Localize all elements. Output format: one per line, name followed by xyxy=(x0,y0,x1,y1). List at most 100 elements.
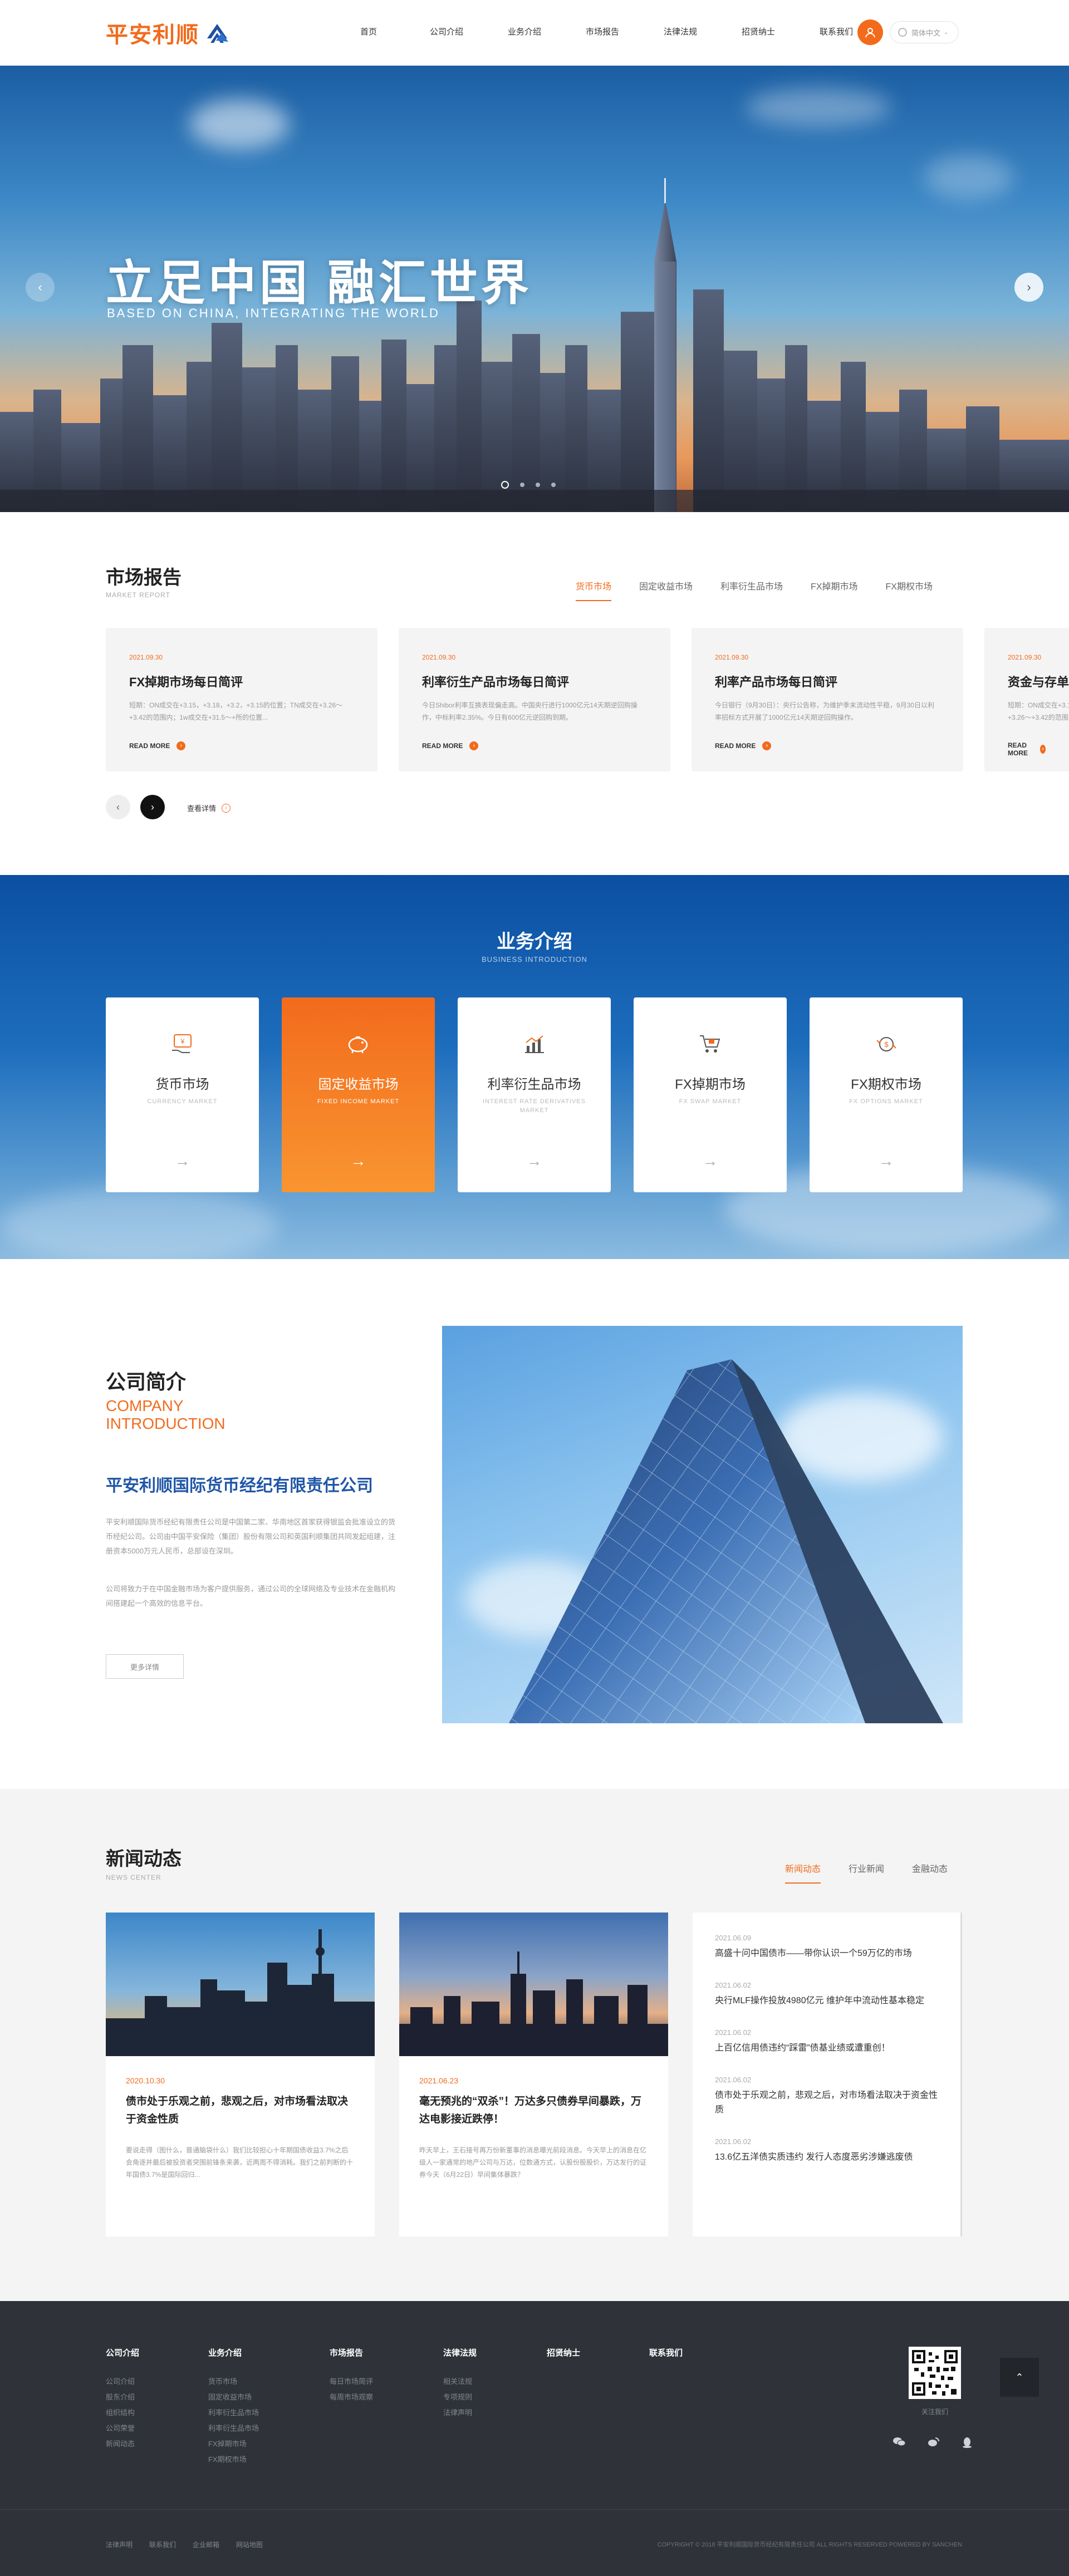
language-select[interactable]: 简体中文 ⌄ xyxy=(890,21,959,43)
read-more-link[interactable]: READ MORE › xyxy=(715,741,940,750)
banner-dot[interactable] xyxy=(551,483,556,487)
footer-link[interactable]: 公司荣誉 xyxy=(106,2421,139,2436)
news-card[interactable]: 2020.10.30 债市处于乐观之前，悲观之后，对市场看法取决于资金性质 要说… xyxy=(106,1913,375,2236)
market-prev-button[interactable]: ‹ xyxy=(106,795,130,819)
nav-market[interactable]: 市场报告 xyxy=(563,26,641,39)
user-icon xyxy=(865,28,875,38)
footer-column: 业务介绍 货币市场 固定收益市场 利率衍生品市场 利率衍生品市场 FX掉期市场 … xyxy=(208,2347,259,2467)
logo[interactable]: 平安利顺 xyxy=(106,20,229,48)
tab-news[interactable]: 新闻动态 xyxy=(785,1861,821,1884)
banner-prev-button[interactable]: ‹ xyxy=(26,273,55,302)
tab-industry[interactable]: 行业新闻 xyxy=(849,1861,884,1884)
tab-fx-swap[interactable]: FX掉期市场 xyxy=(811,579,857,601)
footer-link[interactable]: 固定收益市场 xyxy=(208,2390,259,2405)
business-name: 固定收益市场 xyxy=(318,1077,399,1092)
footer-column: 市场报告 每日市场简评 每周市场观察 xyxy=(330,2347,373,2405)
cloud-decoration xyxy=(189,99,290,149)
report-card[interactable]: 2021.09.30 资金与存单 短期：ON成交在+3.15～+3.26～+3.… xyxy=(984,628,1069,771)
report-card[interactable]: 2021.09.30 FX掉期市场每日简评 短期：ON成交在+3.15，+3.1… xyxy=(106,628,377,771)
footer-bottom-link[interactable]: 企业邮箱 xyxy=(193,2540,219,2549)
footer-link[interactable]: 法律声明 xyxy=(443,2405,477,2421)
tab-fixed-income[interactable]: 固定收益市场 xyxy=(639,579,693,601)
read-more-link[interactable]: READ MORE › xyxy=(1008,741,1046,757)
business-section: 业务介绍 BUSINESS INTRODUCTION ¥ 货币市场 CURREN… xyxy=(0,875,1069,1259)
tab-fx-options[interactable]: FX期权市场 xyxy=(886,579,933,601)
report-card[interactable]: 2021.09.30 利率产品市场每日简评 今日银行（9月30日）：央行公告称，… xyxy=(692,628,963,771)
read-more-link[interactable]: READ MORE › xyxy=(422,741,647,750)
footer-bottom-link[interactable]: 联系我们 xyxy=(149,2540,176,2549)
footer-bottom-link[interactable]: 法律声明 xyxy=(106,2540,133,2549)
report-card[interactable]: 2021.09.30 利率衍生产品市场每日简评 今日Shibor利率互换表现偏走… xyxy=(399,628,670,771)
footer-link[interactable]: 新闻动态 xyxy=(106,2436,139,2452)
report-date: 2021.09.30 xyxy=(129,653,163,661)
company-title: 公司简介 xyxy=(106,1370,187,1393)
news-list-title: 13.6亿五洋债实质违约 发行人态度恶劣涉嫌逃废债 xyxy=(715,2152,913,2162)
banner-dot[interactable] xyxy=(520,483,524,487)
market-next-button[interactable]: › xyxy=(140,795,165,819)
banner-dot[interactable] xyxy=(536,483,540,487)
news-list-item[interactable]: 2021.06.02 上百亿信用债违约“踩雷”债基业绩或遭重创！ xyxy=(715,2028,938,2056)
footer-link[interactable]: 股东介绍 xyxy=(106,2390,139,2405)
qr-code xyxy=(909,2347,961,2399)
user-button[interactable] xyxy=(857,19,883,45)
footer-link[interactable]: FX期权市场 xyxy=(208,2452,259,2467)
news-list-item[interactable]: 2021.06.02 央行MLF操作投放4980亿元 维护年中流动性基本稳定 xyxy=(715,1981,938,2008)
business-card[interactable]: $ FX期权市场 FX OPTIONS MARKET → xyxy=(810,997,963,1192)
report-title: FX掉期市场每日简评 xyxy=(129,675,243,689)
skyline-graphic xyxy=(399,1951,668,2056)
footer-link[interactable]: 货币市场 xyxy=(208,2374,259,2390)
view-more-link[interactable]: 查看详情 › xyxy=(187,803,231,813)
footer-bottom-link[interactable]: 网站地图 xyxy=(236,2540,263,2549)
news-list-item[interactable]: 2021.06.02 13.6亿五洋债实质违约 发行人态度恶劣涉嫌逃废债 xyxy=(715,2137,938,2165)
footer-link[interactable]: 专项规则 xyxy=(443,2390,477,2405)
news-list-item[interactable]: 2021.06.09 高盛十问中国债市——带你认识一个59万亿的市场 xyxy=(715,1934,938,1961)
nav-company[interactable]: 公司介绍 xyxy=(408,26,486,39)
footer-heading[interactable]: 联系我们 xyxy=(649,2347,683,2358)
footer-column: 联系我们 xyxy=(649,2347,683,2374)
skyline-graphic xyxy=(106,1929,375,2056)
tab-currency[interactable]: 货币市场 xyxy=(576,579,612,601)
weibo-icon[interactable] xyxy=(928,2437,940,2447)
footer-link[interactable]: 组织结构 xyxy=(106,2405,139,2421)
footer-link[interactable]: 每日市场简评 xyxy=(330,2374,373,2390)
footer-column: 招贤纳士 xyxy=(547,2347,580,2374)
news-list-date: 2021.06.02 xyxy=(715,1981,752,1989)
qq-icon[interactable] xyxy=(962,2437,972,2448)
company-paragraph: 公司将致力于在中国金融市场为客户提供服务，通过公司的全球网络及专业技术在金融机构… xyxy=(106,1585,396,1607)
tab-rate-derivatives[interactable]: 利率衍生品市场 xyxy=(720,579,783,601)
business-card[interactable]: ¥ 货币市场 CURRENCY MARKET → xyxy=(106,997,259,1192)
footer-heading: 公司介绍 xyxy=(106,2348,140,2358)
business-card[interactable]: FX掉期市场 FX SWAP MARKET → xyxy=(634,997,787,1192)
footer-link[interactable]: 相关法规 xyxy=(443,2374,477,2390)
company-paragraph: 平安利顺国际货币经纪有限责任公司是中国第二家、华南地区首家获得银监会批准设立的货… xyxy=(106,1518,396,1555)
nav-home[interactable]: 首页 xyxy=(330,26,408,39)
business-card[interactable]: 固定收益市场 FIXED INCOME MARKET → xyxy=(282,997,435,1192)
qr-code-graphic xyxy=(912,2350,958,2396)
banner-dot[interactable] xyxy=(501,481,509,489)
back-to-top-button[interactable]: ⌃ xyxy=(1000,2358,1039,2397)
news-list-item[interactable]: 2021.06.02 债市处于乐观之前，悲观之后，对市场看法取决于资金性质 xyxy=(715,2076,938,2117)
footer-link[interactable]: FX掉期市场 xyxy=(208,2436,259,2452)
footer-link[interactable]: 每周市场观察 xyxy=(330,2390,373,2405)
footer-heading[interactable]: 招贤纳士 xyxy=(547,2347,580,2358)
news-date: 2021.06.23 xyxy=(419,2076,459,2085)
footer-link[interactable]: 公司介绍 xyxy=(106,2374,139,2390)
arrow-right-icon: → xyxy=(350,1152,366,1169)
report-date: 2021.09.30 xyxy=(1008,653,1042,661)
news-list-title: 高盛十问中国债市——带你认识一个59万亿的市场 xyxy=(715,1949,912,1958)
news-card[interactable]: 2021.06.23 毫无预兆的“双杀”！万达多只债券早间暴跌，万达电影接近跌停… xyxy=(399,1913,668,2236)
tab-finance[interactable]: 金融动态 xyxy=(912,1861,948,1884)
company-more-button[interactable]: 更多详情 xyxy=(106,1654,184,1679)
wechat-icon[interactable] xyxy=(893,2437,906,2447)
social-links xyxy=(893,2437,972,2448)
nav-jobs[interactable]: 招贤纳士 xyxy=(719,26,797,39)
nav-business[interactable]: 业务介绍 xyxy=(486,26,563,39)
globe-icon xyxy=(898,28,907,37)
business-en: CURRENCY MARKET xyxy=(147,1098,218,1105)
banner-next-button[interactable]: › xyxy=(1014,273,1043,302)
business-card[interactable]: 利率衍生品市场 INTEREST RATE DERIVATIVES MARKET… xyxy=(458,997,611,1192)
footer-link[interactable]: 利率衍生品市场 xyxy=(208,2405,259,2421)
read-more-link[interactable]: READ MORE › xyxy=(129,741,354,750)
footer-link[interactable]: 利率衍生品市场 xyxy=(208,2421,259,2436)
nav-law[interactable]: 法律法规 xyxy=(641,26,719,39)
